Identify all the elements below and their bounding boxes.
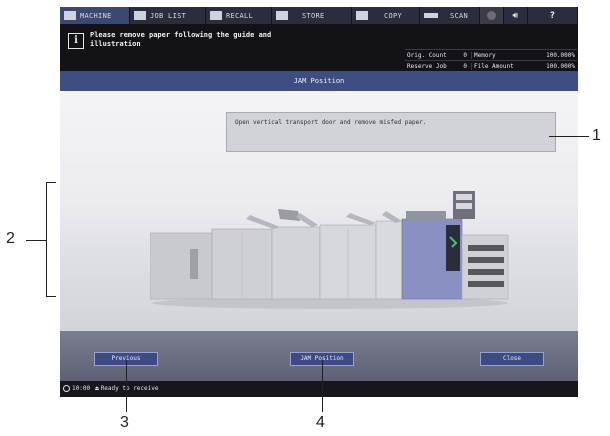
tab-job-list-label: JOB LIST: [150, 11, 187, 20]
callout-4-leader: [322, 360, 323, 412]
scan-icon: [424, 13, 438, 18]
status-light-icon: [487, 11, 496, 20]
jam-instruction-box: Open vertical transport door and remove …: [226, 112, 556, 152]
tray-3: [468, 269, 504, 275]
callout-2: 2: [6, 230, 15, 247]
orig-count-label: Orig. Count: [407, 51, 447, 59]
tab-copy[interactable]: COPY: [352, 7, 420, 24]
close-button[interactable]: Close: [480, 352, 544, 366]
tray-1: [468, 245, 504, 251]
callout-2-bracket-bottom: [46, 296, 56, 297]
tab-scan-label: SCAN: [450, 11, 469, 20]
file-amount-value: 100.000%: [546, 62, 575, 70]
tray-4: [468, 281, 504, 287]
bottom-button-bar: Previous JAM Position Close: [60, 331, 578, 381]
message-area: i Please remove paper following the guid…: [60, 24, 578, 71]
tab-recall-label: RECALL: [226, 11, 254, 20]
machine-icon: [64, 11, 76, 20]
callout-3-leader: [126, 360, 127, 412]
speaker-icon: 🔊︎: [512, 10, 519, 21]
tab-machine-label: MACHINE: [80, 11, 112, 20]
stacker-unit: [271, 226, 321, 300]
callout-2-leader: [26, 240, 46, 241]
counter-row-2: Reserve Job 0 File Amount 100.000%: [405, 60, 577, 71]
status-time: 10:00: [72, 385, 91, 392]
page-title: JAM Position: [60, 71, 578, 91]
file-amount-label: File Amount: [471, 62, 526, 70]
tab-copy-label: COPY: [384, 11, 403, 20]
open-door: [446, 225, 460, 271]
reserve-job-label: Reserve Job: [407, 62, 447, 70]
tab-recall[interactable]: RECALL: [206, 7, 272, 24]
callout-1: 1: [592, 127, 601, 144]
top-tray: [278, 209, 300, 221]
help-button[interactable]: ?: [528, 7, 578, 24]
callout-4: 4: [316, 414, 325, 431]
tab-machine[interactable]: MACHINE: [60, 7, 130, 24]
jam-illustration-panel: Open vertical transport door and remove …: [60, 91, 578, 331]
finisher-panel: [190, 249, 198, 279]
control-panel-screen: MACHINE JOB LIST RECALL STORE COPY SCAN …: [60, 7, 578, 397]
scanner-unit: [406, 211, 446, 221]
receive-icon: ⏏: [95, 385, 99, 392]
orig-count-value: 0: [463, 51, 467, 59]
counter-panel: Orig. Count 0 Memory 100.000% Reserve Jo…: [405, 49, 577, 71]
counter-row-1: Orig. Count 0 Memory 100.000%: [405, 49, 577, 60]
tab-job-list[interactable]: JOB LIST: [130, 7, 206, 24]
tab-store[interactable]: STORE: [272, 7, 352, 24]
finisher-unit-1: [150, 232, 213, 300]
copy-icon: [356, 11, 368, 20]
tray-2: [468, 257, 504, 263]
output-tray-1: [246, 215, 280, 229]
clock-icon: [63, 385, 70, 392]
recall-icon: [210, 11, 222, 20]
tab-status-indicator[interactable]: [480, 7, 504, 24]
inserter-unit: [375, 220, 403, 300]
tab-bar: MACHINE JOB LIST RECALL STORE COPY SCAN …: [60, 7, 578, 24]
callout-3: 3: [120, 414, 129, 431]
output-tray-3: [346, 213, 376, 225]
store-icon: [276, 11, 288, 20]
job-list-icon: [134, 11, 146, 20]
memory-value: 100.000%: [546, 51, 575, 59]
callout-2-bracket: [46, 182, 47, 297]
tab-volume[interactable]: 🔊︎: [504, 7, 528, 24]
guidance-message: Please remove paper following the guide …: [90, 31, 272, 48]
paper-feed-unit: [461, 234, 509, 300]
tab-scan[interactable]: SCAN: [420, 7, 480, 24]
callout-1-leader: [549, 136, 589, 137]
machine-illustration: [150, 191, 509, 309]
callout-2-bracket-top: [46, 182, 56, 183]
status-text: Ready to receive: [100, 385, 159, 392]
reserve-job-value: 0: [463, 62, 467, 70]
memory-label: Memory: [471, 51, 526, 59]
status-bar: 10:00 ⏏ Ready to receive: [60, 381, 578, 397]
tab-store-label: STORE: [302, 11, 325, 20]
help-label: ?: [549, 10, 556, 21]
info-icon: i: [68, 33, 84, 49]
